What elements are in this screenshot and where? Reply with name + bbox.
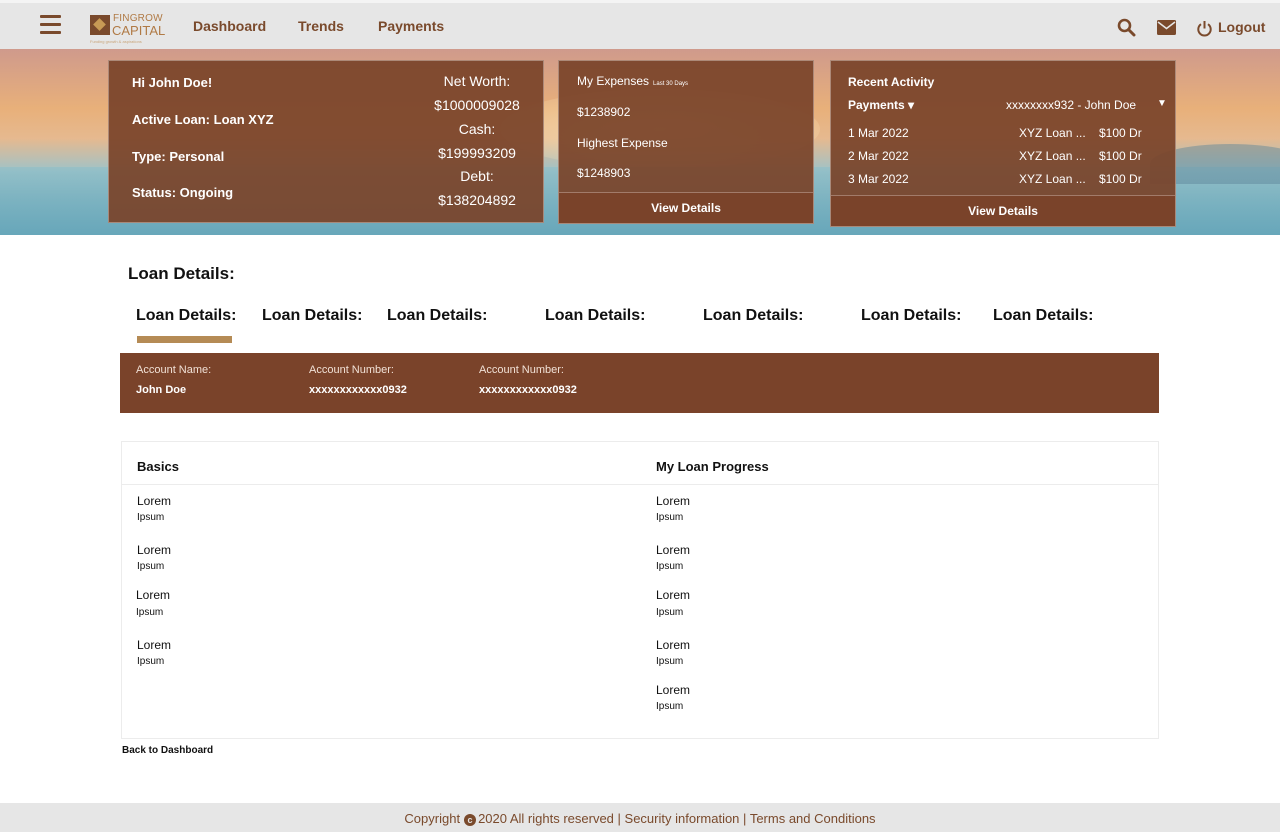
copyright-text: Copyright	[404, 811, 461, 826]
brand-logo[interactable]: FINGROW CAPITAL Funding growth & aspirat…	[90, 12, 166, 46]
activity-row-date: 2 Mar 2022	[848, 149, 909, 163]
activity-row-date: 1 Mar 2022	[848, 126, 909, 140]
tab-loan-details-5[interactable]: Loan Details:	[703, 307, 803, 325]
top-navbar: FINGROW CAPITAL Funding growth & aspirat…	[0, 0, 1280, 49]
search-icon[interactable]	[1117, 18, 1136, 37]
loan-status-text: Status: Ongoing	[132, 185, 234, 200]
account-number-label-2: Account Number:	[479, 364, 564, 376]
basics-item-value: Ipsum	[137, 561, 165, 572]
basics-item-label: Lorem	[137, 494, 172, 508]
progress-item-value: Ipsum	[656, 561, 684, 572]
tab-loan-details-6[interactable]: Loan Details:	[861, 307, 961, 325]
account-number-value-2: xxxxxxxxxxxx0932	[479, 384, 577, 396]
recent-activity-title: Recent Activity	[848, 75, 935, 89]
activity-row-desc: XYZ Loan ...	[1019, 126, 1086, 140]
account-name-label: Account Name:	[136, 364, 212, 376]
footer-separator: |	[743, 811, 747, 826]
net-worth-value: $1000009028	[434, 97, 520, 113]
activity-view-details-button[interactable]: View Details	[831, 195, 1175, 226]
progress-item-value: Ipsum	[656, 701, 684, 712]
highest-expense-label: Highest Expense	[577, 136, 668, 150]
cash-value: $199993209	[438, 145, 516, 161]
account-number-value: xxxxxxxxxxxx0932	[309, 384, 407, 396]
activity-row-desc: XYZ Loan ...	[1019, 149, 1086, 163]
logo-mark-icon	[90, 15, 110, 35]
greeting-text: Hi John Doe!	[132, 75, 213, 90]
account-info-bar: Account Name: John Doe Account Number: x…	[120, 353, 1159, 413]
loan-details-panel: Basics My Loan Progress Lorem Ipsum Lore…	[121, 441, 1159, 739]
activity-row-amount: $100 Dr	[1099, 149, 1142, 163]
account-name-value: John Doe	[136, 384, 187, 396]
basics-item-value: Ipsum	[136, 607, 164, 618]
brand-name-bottom: CAPITAL	[112, 23, 166, 38]
page-footer: Copyright c 2020 All rights reserved | Sec…	[0, 803, 1280, 832]
page-title: Loan Details:	[128, 264, 235, 283]
progress-item-value: Ipsum	[656, 656, 684, 667]
progress-item-label: Lorem	[656, 683, 691, 697]
recent-activity-card: Recent Activity Payments ▾ xxxxxxxx932 -…	[830, 60, 1176, 227]
copyright-suffix: 2020 All rights reserved |	[478, 811, 621, 826]
power-icon	[1197, 21, 1212, 37]
copyright-icon: c	[464, 814, 477, 826]
nav-trends[interactable]: Trends	[298, 18, 344, 34]
terms-link[interactable]: Terms and Conditions	[750, 811, 876, 826]
progress-item-label: Lorem	[656, 588, 691, 602]
account-select[interactable]: xxxxxxxx932 - John Doe	[1006, 98, 1136, 112]
basics-item-value: Ipsum	[137, 512, 165, 523]
basics-item-label: Lorem	[136, 588, 171, 602]
basics-item-label: Lorem	[137, 638, 172, 652]
dropdown-caret-icon[interactable]: ▼	[1157, 98, 1167, 109]
active-tab-indicator	[137, 336, 232, 343]
activity-row-amount: $100 Dr	[1099, 172, 1142, 186]
tab-loan-details-4[interactable]: Loan Details:	[545, 307, 645, 325]
mail-icon[interactable]	[1157, 20, 1176, 35]
nav-payments[interactable]: Payments	[378, 18, 444, 34]
basics-item-value: Ipsum	[137, 656, 165, 667]
cash-label: Cash:	[458, 121, 496, 137]
expenses-total: $1238902	[577, 105, 631, 119]
loan-progress-title: My Loan Progress	[656, 459, 769, 474]
tab-loan-details-1[interactable]: Loan Details:	[136, 307, 236, 325]
security-info-link[interactable]: Security information	[625, 811, 740, 826]
activity-row-desc: XYZ Loan ...	[1019, 172, 1086, 186]
loan-type-text: Type: Personal	[132, 149, 225, 164]
highest-expense-value: $1248903	[577, 166, 631, 180]
debt-label: Debt:	[460, 168, 494, 184]
tab-loan-details-7[interactable]: Loan Details:	[993, 307, 1093, 325]
debt-value: $138204892	[438, 192, 516, 208]
progress-item-value: Ipsum	[656, 512, 684, 523]
activity-filter-dropdown[interactable]: Payments ▾	[848, 98, 914, 112]
basics-item-label: Lorem	[137, 543, 172, 557]
active-loan-text: Active Loan: Loan XYZ	[132, 112, 274, 127]
progress-item-label: Lorem	[656, 494, 691, 508]
expenses-period: Last 30 Days	[653, 81, 689, 87]
panel-header: Basics My Loan Progress	[122, 442, 1158, 485]
summary-card: Hi John Doe! Active Loan: Loan XYZ Type:…	[108, 60, 544, 223]
net-worth-label: Net Worth:	[443, 73, 511, 89]
logout-label: Logout	[1218, 19, 1266, 35]
account-number-label: Account Number:	[309, 364, 394, 376]
tab-loan-details-2[interactable]: Loan Details:	[262, 307, 362, 325]
expenses-view-details-button[interactable]: View Details	[559, 192, 813, 223]
menu-icon[interactable]	[40, 14, 61, 36]
activity-row-date: 3 Mar 2022	[848, 172, 909, 186]
progress-item-label: Lorem	[656, 543, 691, 557]
back-to-dashboard-link[interactable]: Back to Dashboard	[122, 745, 213, 756]
expenses-title-text: My Expenses	[577, 74, 650, 88]
hero-banner: Hi John Doe! Active Loan: Loan XYZ Type:…	[0, 49, 1280, 235]
basics-title: Basics	[137, 459, 179, 474]
progress-item-label: Lorem	[656, 638, 691, 652]
brand-tagline: Funding growth & aspirations	[90, 39, 142, 44]
progress-item-value: Ipsum	[656, 607, 684, 618]
activity-row-amount: $100 Dr	[1099, 126, 1142, 140]
expenses-title: My Expenses Last 30 Days	[577, 74, 688, 88]
tab-loan-details-3[interactable]: Loan Details:	[387, 307, 487, 325]
expenses-card: My Expenses Last 30 Days $1238902 Highest…	[558, 60, 814, 224]
nav-dashboard[interactable]: Dashboard	[193, 18, 266, 34]
